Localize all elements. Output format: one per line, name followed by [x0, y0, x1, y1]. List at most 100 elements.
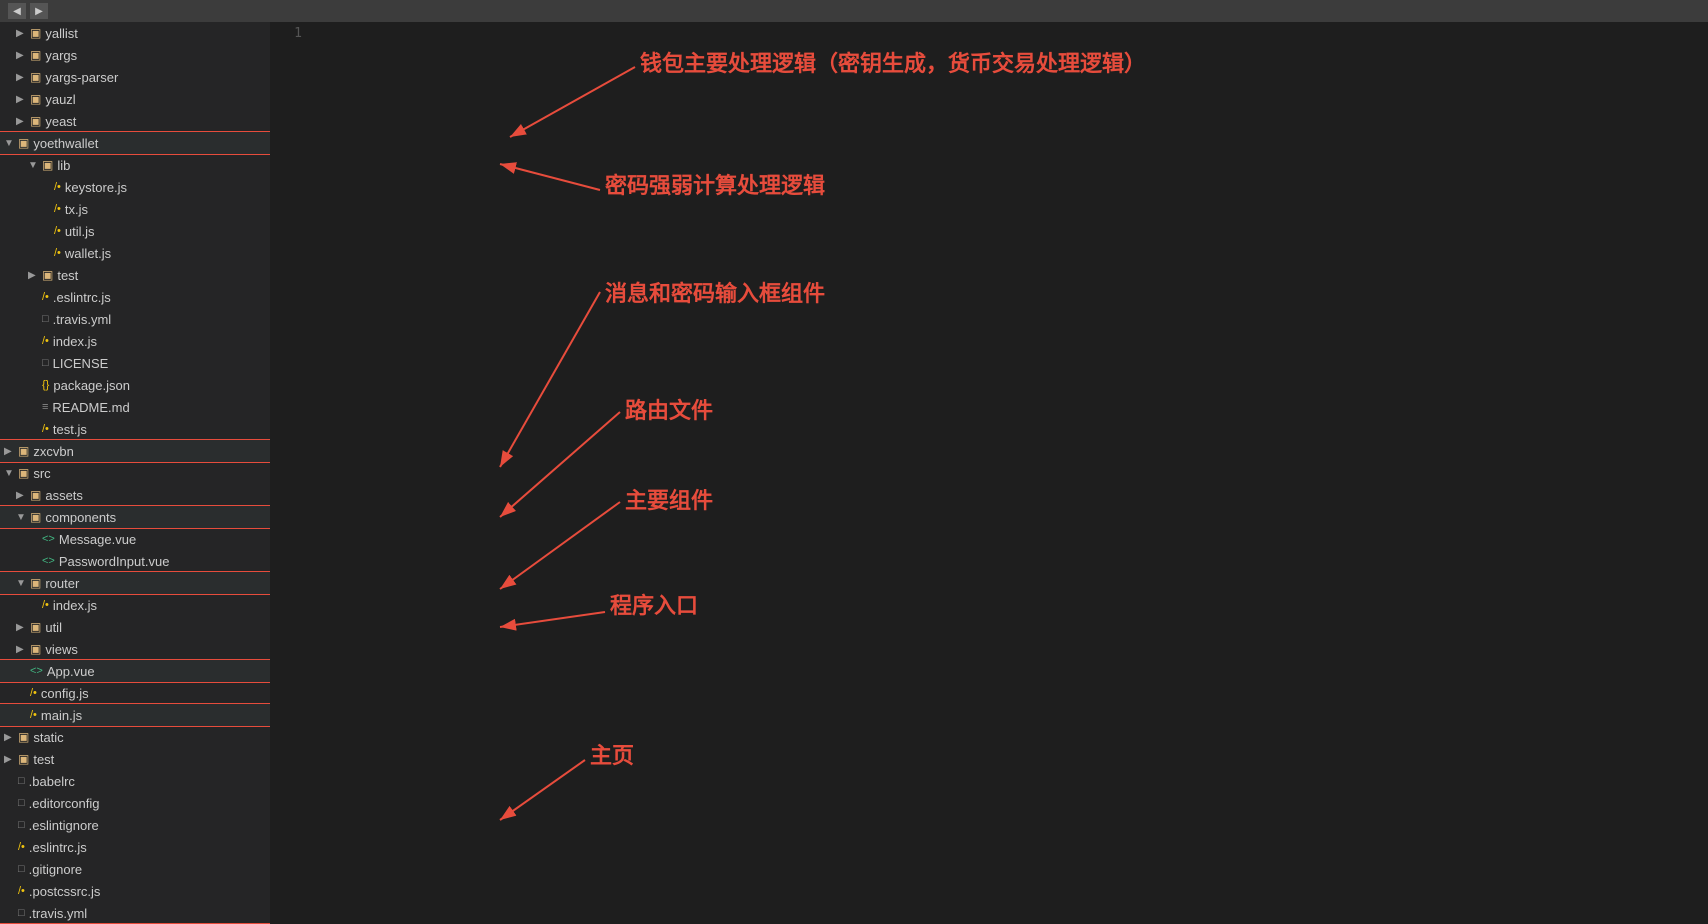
expand-icon-yargs: ▶	[16, 50, 26, 61]
tree-item-src[interactable]: ▼▣src	[0, 462, 270, 484]
tree-item-yargs[interactable]: ▶ ▣ yargs	[0, 44, 270, 66]
tree-item-router[interactable]: ▼▣router	[0, 572, 270, 594]
tree-item-components[interactable]: ▼▣components	[0, 506, 270, 528]
nav-buttons[interactable]: ◀ ▶	[8, 3, 48, 19]
vue-icon-PasswordInput.vue: <>	[42, 555, 55, 567]
tree-item-.gitignore[interactable]: □.gitignore	[0, 858, 270, 880]
tree-item-views[interactable]: ▶▣views	[0, 638, 270, 660]
annotation-router: 路由文件	[625, 393, 713, 425]
tree-item-test2[interactable]: ▶ ▣ test	[0, 748, 270, 770]
tree-item-README.md[interactable]: ≡README.md	[0, 396, 270, 418]
tree-item-yargs-parser[interactable]: ▶ ▣ yargs-parser	[0, 66, 270, 88]
tree-item-label-.travis.yml: .travis.yml	[53, 312, 112, 327]
tree-item-label-README.md: README.md	[52, 400, 129, 415]
tree-item-util[interactable]: ▶▣util	[0, 616, 270, 638]
tree-item-tx.js[interactable]: /•tx.js	[0, 198, 270, 220]
tree-item-test[interactable]: ▶▣test	[0, 264, 270, 286]
tree-item-label-.gitignore: .gitignore	[29, 862, 82, 877]
nav-back-button[interactable]: ◀	[8, 3, 26, 19]
file-icon-.editorconfig: □	[18, 797, 25, 809]
annotation-components: 消息和密码输入框组件	[605, 276, 825, 308]
tree-item-label-test: test	[57, 268, 78, 283]
nav-forward-button[interactable]: ▶	[30, 3, 48, 19]
expand-icon-yauzl: ▶	[16, 94, 26, 105]
tree-item-label-tx.js: tx.js	[65, 202, 88, 217]
js-icon-main.js: /•	[30, 709, 37, 721]
tree-item-wallet.js[interactable]: /•wallet.js	[0, 242, 270, 264]
tree-item-label-test2: test	[33, 752, 54, 767]
tree-item-label-router-index.js: index.js	[53, 598, 97, 613]
tree-item-test.js[interactable]: /•test.js	[0, 418, 270, 440]
folder-icon-test2: ▣	[18, 752, 29, 766]
tree-item-assets[interactable]: ▶▣assets	[0, 484, 270, 506]
tree-item-router-index.js[interactable]: /•index.js	[0, 594, 270, 616]
tree-item-main.js[interactable]: /•main.js	[0, 704, 270, 726]
tree-item-Message.vue[interactable]: <>Message.vue	[0, 528, 270, 550]
tree-item-zxcvbn[interactable]: ▶▣zxcvbn	[0, 440, 270, 462]
annotation-arrows	[270, 22, 1708, 924]
tree-item-label-yargs-parser: yargs-parser	[45, 70, 118, 85]
tree-item-.eslintignore[interactable]: □.eslintignore	[0, 814, 270, 836]
annotation-main-component: 主要组件	[625, 483, 713, 515]
tree-item-keystore.js[interactable]: /•keystore.js	[0, 176, 270, 198]
line-number-1: 1	[270, 26, 302, 41]
folder-icon-yoethwallet: ▣	[18, 136, 29, 150]
js-icon-index.js: /•	[42, 335, 49, 347]
tree-item-package.json[interactable]: {}package.json	[0, 374, 270, 396]
tree-item-.eslintrc.js[interactable]: /• .eslintrc.js	[0, 286, 270, 308]
folder-icon-yeast: ▣	[30, 114, 41, 128]
tree-item-yoethwallet[interactable]: ▼▣yoethwallet	[0, 132, 270, 154]
tree-item-LICENSE[interactable]: □LICENSE	[0, 352, 270, 374]
tree-item-label-yargs: yargs	[45, 48, 77, 63]
json-icon-package.json: {}	[42, 379, 49, 391]
folder-icon-assets: ▣	[30, 488, 41, 502]
tree-item-label-yauzl: yauzl	[45, 92, 75, 107]
tree-item-yauzl[interactable]: ▶▣yauzl	[0, 88, 270, 110]
tree-item-label-config.js: config.js	[41, 686, 89, 701]
tree-item-label-LICENSE: LICENSE	[53, 356, 109, 371]
expand-icon-yargs-parser: ▶	[16, 72, 26, 83]
expand-icon-test2: ▶	[4, 754, 14, 765]
folder-icon-static: ▣	[18, 730, 29, 744]
tree-item-label-util.js: util.js	[65, 224, 95, 239]
annotation-entry: 程序入口	[610, 588, 698, 620]
js-icon-.postcssrc.js: /•	[18, 885, 25, 897]
tree-item-label-assets: assets	[45, 488, 83, 503]
folder-icon-router: ▣	[30, 576, 41, 590]
tree-item-.editorconfig[interactable]: □ .editorconfig	[0, 792, 270, 814]
tree-item-config.js[interactable]: /•config.js	[0, 682, 270, 704]
tree-item-static[interactable]: ▶▣static	[0, 726, 270, 748]
tree-item-.travis.yml[interactable]: □.travis.yml	[0, 308, 270, 330]
tree-item-label-.eslintrc.js2: .eslintrc.js	[29, 840, 87, 855]
tree-item-.babelrc[interactable]: □.babelrc	[0, 770, 270, 792]
tree-item-.postcssrc.js[interactable]: /•.postcssrc.js	[0, 880, 270, 902]
tree-item-index.js[interactable]: /•index.js	[0, 330, 270, 352]
tree-item-PasswordInput.vue[interactable]: <>PasswordInput.vue	[0, 550, 270, 572]
tree-item-label-Message.vue: Message.vue	[59, 532, 136, 547]
tree-item-lib[interactable]: ▼▣lib	[0, 154, 270, 176]
main-layout: ▶▣yallist▶▣yargs▶▣yargs-parser▶▣yauzl▶▣y…	[0, 22, 1708, 924]
tree-item-label-.eslintrc.js: .eslintrc.js	[53, 290, 111, 305]
js-icon-.eslintrc.js: /•	[42, 291, 49, 303]
tree-item-label-src: src	[33, 466, 50, 481]
tree-item-util.js[interactable]: /•util.js	[0, 220, 270, 242]
folder-icon-test: ▣	[42, 268, 53, 282]
tree-item-label-.travis.yml2: .travis.yml	[29, 906, 88, 921]
tree-item-label-zxcvbn: zxcvbn	[33, 444, 73, 459]
vue-icon-App.vue: <>	[30, 665, 43, 677]
tree-item-label-.editorconfig: .editorconfig	[29, 796, 100, 811]
file-tree-sidebar: ▶▣yallist▶▣yargs▶▣yargs-parser▶▣yauzl▶▣y…	[0, 22, 270, 924]
tree-item-yallist[interactable]: ▶▣yallist	[0, 22, 270, 44]
tree-item-label-keystore.js: keystore.js	[65, 180, 127, 195]
tree-item-label-yeast: yeast	[45, 114, 76, 129]
annotation-homepage: 主页	[590, 738, 634, 770]
folder-icon-yargs: ▣	[30, 48, 41, 62]
tree-item-label-.babelrc: .babelrc	[29, 774, 75, 789]
folder-icon-yargs-parser: ▣	[30, 70, 41, 84]
tree-item-.travis.yml2[interactable]: □.travis.yml	[0, 902, 270, 924]
tree-item-yeast[interactable]: ▶▣yeast	[0, 110, 270, 132]
tree-item-.eslintrc.js2[interactable]: /•.eslintrc.js	[0, 836, 270, 858]
tree-item-App.vue[interactable]: <>App.vue	[0, 660, 270, 682]
folder-icon-src: ▣	[18, 466, 29, 480]
expand-icon-static: ▶	[4, 732, 14, 743]
